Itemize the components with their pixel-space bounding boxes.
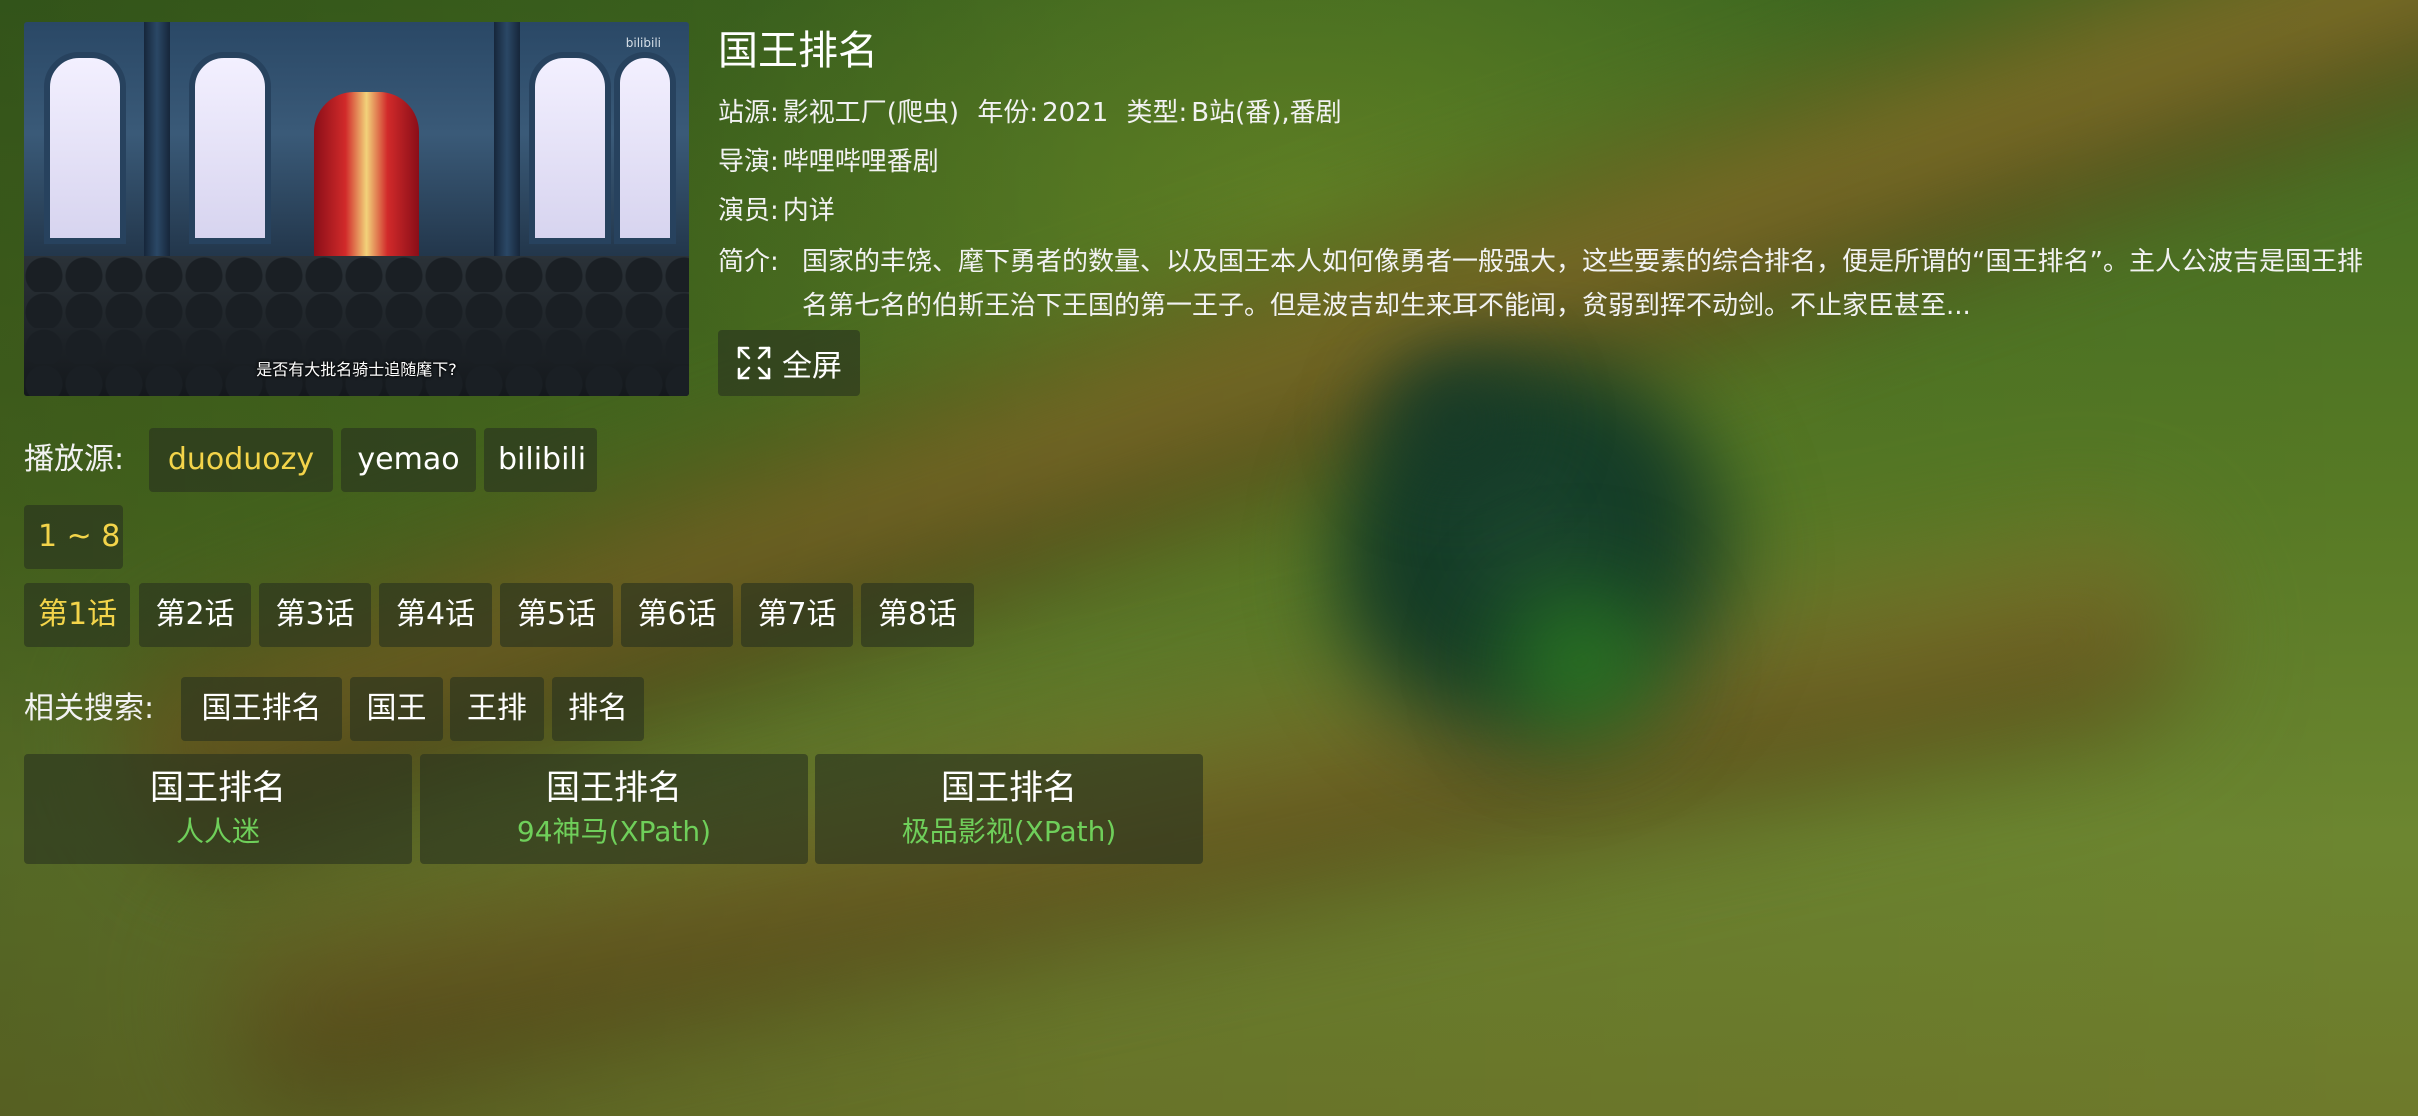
related-search-chip[interactable]: 国王排名 <box>181 677 342 741</box>
result-title: 国王排名 <box>941 768 1077 808</box>
search-result-card[interactable]: 国王排名 极品影视(XPath) <box>815 754 1203 864</box>
source-chip-yemao[interactable]: yemao <box>341 428 476 492</box>
description[interactable]: 简介: 国家的丰饶、麾下勇者的数量、以及国王本人如何像勇者一般强大，这些要素的综… <box>718 240 2378 328</box>
fullscreen-button[interactable]: 全屏 <box>718 330 860 396</box>
episode-range-chip[interactable]: 1 ~ 8 <box>24 505 123 569</box>
episode-chip[interactable]: 第4话 <box>379 583 492 647</box>
info-row-director: 导演: 哔哩哔哩番剧 <box>718 143 939 181</box>
episode-chip[interactable]: 第1话 <box>24 583 130 647</box>
year-value: 2021 <box>1042 98 1109 128</box>
actor-label: 演员: <box>718 196 779 226</box>
type-label: 类型: <box>1126 98 1188 128</box>
episode-chip[interactable]: 第3话 <box>259 583 371 647</box>
poster-subtitle: 是否有大批名骑士追随麾下? <box>256 360 457 379</box>
source-chip-duoduozy[interactable]: duoduozy <box>149 428 333 492</box>
search-result-card[interactable]: 国王排名 94神马(XPath) <box>420 754 808 864</box>
search-result-card[interactable]: 国王排名 人人迷 <box>24 754 412 864</box>
site-value: 影视工厂(爬虫) <box>782 98 960 128</box>
episode-chip[interactable]: 第7话 <box>741 583 853 647</box>
poster-window <box>189 52 271 244</box>
related-search-chip[interactable]: 排名 <box>552 677 644 741</box>
result-title: 国王排名 <box>546 768 682 808</box>
director-value: 哔哩哔哩番剧 <box>782 147 939 177</box>
description-label: 简介: <box>718 247 779 277</box>
poster-window <box>614 52 676 244</box>
related-search-chip[interactable]: 国王 <box>350 677 443 741</box>
poster-window <box>529 52 611 244</box>
expand-icon <box>737 346 771 380</box>
detail-page: bilibili 是否有大批名骑士追随麾下? 国王排名 站源: 影视工厂(爬虫) … <box>0 0 2418 1116</box>
site-label: 站源: <box>718 98 779 128</box>
page-title: 国王排名 <box>718 28 878 74</box>
episode-chip[interactable]: 第6话 <box>621 583 733 647</box>
result-source: 人人迷 <box>175 815 260 848</box>
result-title: 国王排名 <box>150 768 286 808</box>
year-label: 年份: <box>977 98 1039 128</box>
episode-chip[interactable]: 第2话 <box>139 583 251 647</box>
info-row-meta: 站源: 影视工厂(爬虫) 年份: 2021 类型: B站(番),番剧 <box>718 94 1342 132</box>
result-source: 极品影视(XPath) <box>901 815 1117 848</box>
related-search-label: 相关搜索: <box>24 691 155 726</box>
poster-logo: bilibili <box>625 36 661 50</box>
episode-chip[interactable]: 第5话 <box>500 583 613 647</box>
episode-chip[interactable]: 第8话 <box>861 583 974 647</box>
fullscreen-label: 全屏 <box>782 349 842 384</box>
description-text: 国家的丰饶、麾下勇者的数量、以及国王本人如何像勇者一般强大，这些要素的综合排名，… <box>802 247 2363 321</box>
poster-curtain <box>314 92 419 262</box>
poster-window <box>44 52 126 244</box>
actor-value: 内详 <box>782 196 835 226</box>
poster-image[interactable]: bilibili 是否有大批名骑士追随麾下? <box>24 22 689 396</box>
source-row-label: 播放源: <box>24 442 125 477</box>
source-chip-bilibili[interactable]: bilibili <box>484 428 597 492</box>
related-search-chip[interactable]: 王排 <box>450 677 544 741</box>
type-value: B站(番),番剧 <box>1191 98 1342 128</box>
director-label: 导演: <box>718 147 779 177</box>
info-row-actor: 演员: 内详 <box>718 192 835 230</box>
result-source: 94神马(XPath) <box>516 815 712 848</box>
